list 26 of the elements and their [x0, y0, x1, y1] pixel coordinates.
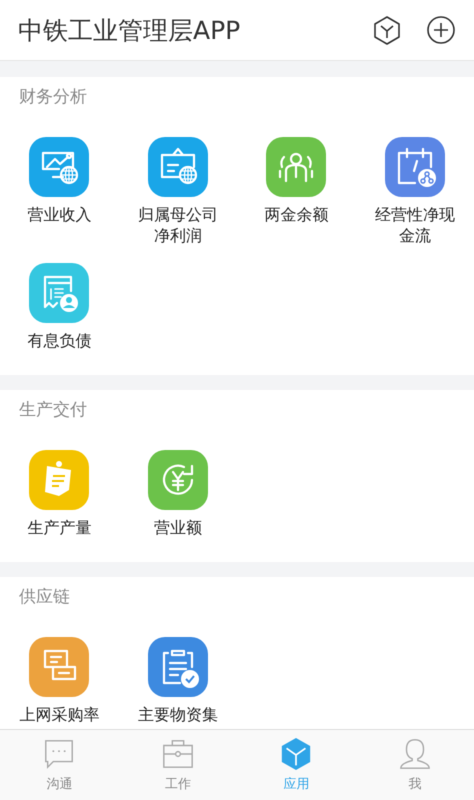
app-icon[interactable] — [148, 137, 208, 197]
app-icon[interactable] — [29, 137, 90, 197]
app-label[interactable]: 有息负债 — [18, 330, 101, 351]
app-icon[interactable] — [384, 137, 445, 197]
app-icon[interactable] — [266, 137, 326, 197]
section-title: 生产交付 — [18, 399, 88, 422]
app-icon[interactable] — [148, 450, 208, 510]
app-label[interactable]: 经营性净现金流 — [373, 204, 456, 246]
app-label[interactable]: 生产产量 — [18, 517, 101, 538]
cube-icon[interactable] — [372, 15, 402, 45]
app-icon[interactable] — [29, 450, 90, 510]
app-label[interactable]: 营业额 — [136, 517, 220, 538]
app-label[interactable]: 上网采购率 — [18, 704, 101, 725]
app-label[interactable]: 主要物资集 — [136, 704, 220, 725]
app-label[interactable]: 两金余额 — [254, 204, 338, 225]
app-title: 中铁工业管理层APP — [18, 14, 240, 46]
app-label[interactable]: 营业收入 — [18, 204, 101, 225]
app-icon[interactable] — [29, 637, 90, 697]
app-icon[interactable] — [148, 637, 208, 697]
briefcase-icon — [160, 737, 195, 771]
section-title: 供应链 — [18, 586, 71, 609]
person-icon — [398, 737, 432, 771]
add-icon[interactable] — [426, 15, 456, 45]
section-title: 财务分析 — [18, 86, 88, 109]
app-icon[interactable] — [29, 263, 90, 323]
app-label[interactable]: 归属母公司净利润 — [136, 204, 220, 246]
